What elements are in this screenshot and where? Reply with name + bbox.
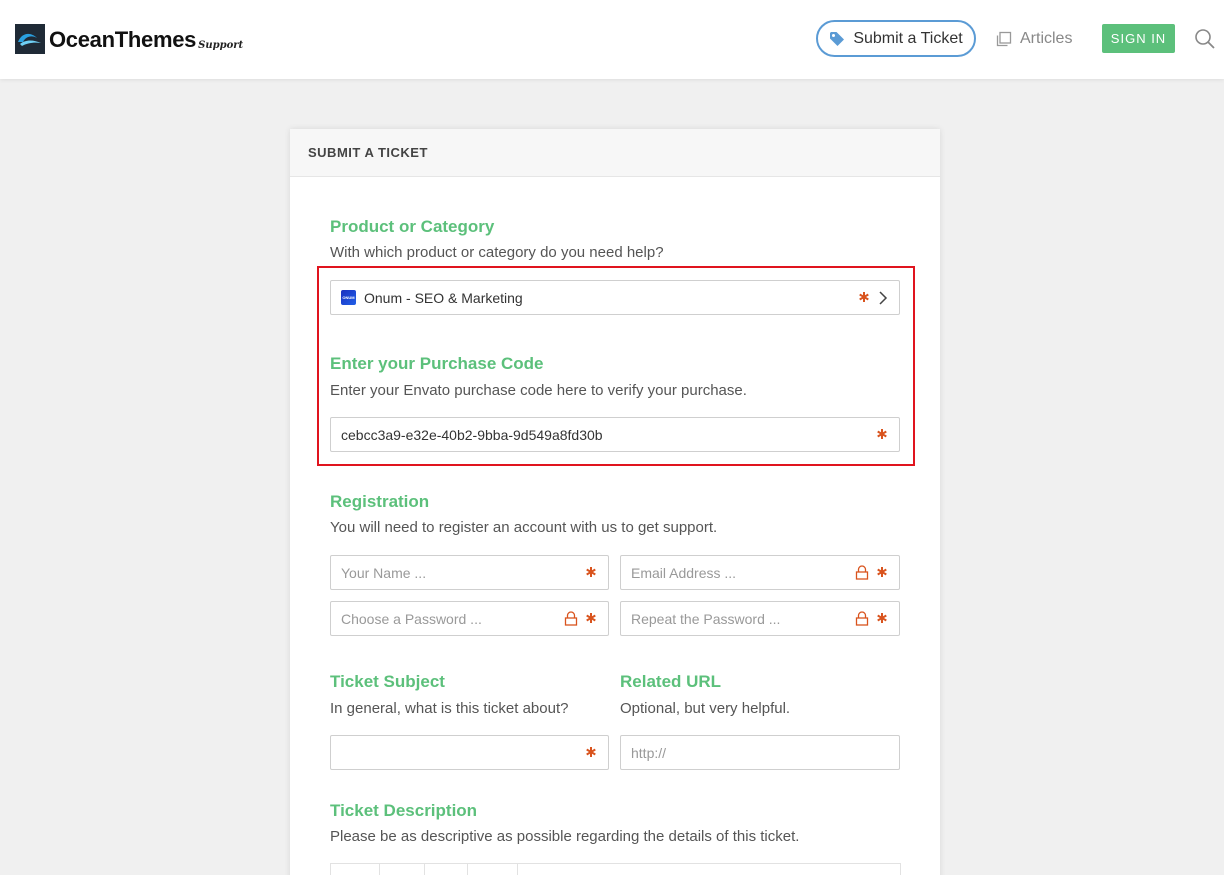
password-field[interactable]: Choose a Password ... xyxy=(330,601,609,636)
purchase-code-value: cebcc3a9-e32e-40b2-9bba-9d549a8fd30b xyxy=(341,426,603,443)
top-navigation-bar: OceanThemes Support Submit a Ticket Arti… xyxy=(0,0,1224,79)
description-section-description: Please be as descriptive as possible reg… xyxy=(330,828,800,845)
related-url-placeholder: http:// xyxy=(631,744,667,761)
required-asterisk-icon xyxy=(586,567,596,577)
toolbar-button[interactable] xyxy=(468,864,518,875)
purchase-section-description: Enter your Envato purchase code here to … xyxy=(330,382,747,399)
required-asterisk-icon xyxy=(877,567,887,577)
submit-ticket-label: Submit a Ticket xyxy=(853,29,963,47)
search-button[interactable] xyxy=(1194,28,1216,50)
tag-icon xyxy=(830,31,845,46)
product-section-description: With which product or category do you ne… xyxy=(330,244,664,261)
registration-section-description: You will need to register an account wit… xyxy=(330,519,718,536)
articles-label: Articles xyxy=(1020,30,1073,47)
related-url-input[interactable]: http:// xyxy=(620,735,900,770)
required-asterisk-icon xyxy=(586,613,596,623)
related-url-section-description: Optional, but very helpful. xyxy=(620,700,791,717)
chevron-right-icon xyxy=(879,291,888,305)
product-select[interactable]: ONUM Onum - SEO & Marketing xyxy=(330,280,900,315)
required-asterisk-icon xyxy=(877,613,887,623)
password-placeholder: Choose a Password ... xyxy=(341,610,482,627)
lock-icon xyxy=(855,565,869,580)
search-icon xyxy=(1195,29,1215,49)
related-url-section-title: Related URL xyxy=(620,672,722,691)
repeat-password-field[interactable]: Repeat the Password ... xyxy=(620,601,900,636)
description-section-title: Ticket Description xyxy=(330,801,478,820)
logo-subtitle: Support xyxy=(198,40,244,51)
wave-logo-icon xyxy=(15,24,45,54)
submit-ticket-card: SUBMIT A TICKET Product or Category With… xyxy=(290,129,940,875)
name-field[interactable]: Your Name ... xyxy=(330,555,609,590)
logo-name: OceanThemes xyxy=(49,27,197,52)
repeat-password-placeholder: Repeat the Password ... xyxy=(631,610,781,627)
nav-articles-link[interactable]: Articles xyxy=(996,29,1072,49)
registration-section-title: Registration xyxy=(330,492,430,511)
email-field[interactable]: Email Address ... xyxy=(620,555,900,590)
required-asterisk-icon xyxy=(877,429,887,439)
submit-ticket-button[interactable]: Submit a Ticket xyxy=(816,20,976,57)
product-logo-icon: ONUM xyxy=(341,290,356,305)
toolbar-button[interactable] xyxy=(331,864,380,875)
subject-section-description: In general, what is this ticket about? xyxy=(330,700,569,717)
product-section-title: Product or Category xyxy=(330,217,495,236)
editor-toolbar xyxy=(330,863,901,875)
name-placeholder: Your Name ... xyxy=(341,564,427,581)
lock-icon xyxy=(564,611,578,626)
required-asterisk-icon xyxy=(859,292,869,302)
lock-icon xyxy=(855,611,869,626)
sign-in-button[interactable]: SIGN IN xyxy=(1102,24,1175,53)
toolbar-button[interactable] xyxy=(380,864,425,875)
card-title: SUBMIT A TICKET xyxy=(290,129,940,177)
copy-icon xyxy=(996,31,1012,47)
email-placeholder: Email Address ... xyxy=(631,564,737,581)
purchase-section-title: Enter your Purchase Code xyxy=(330,354,544,373)
ticket-subject-input[interactable] xyxy=(330,735,609,770)
purchase-code-input[interactable]: cebcc3a9-e32e-40b2-9bba-9d549a8fd30b xyxy=(330,417,900,452)
subject-section-title: Ticket Subject xyxy=(330,672,445,691)
product-selected-value: Onum - SEO & Marketing xyxy=(364,289,523,306)
required-asterisk-icon xyxy=(586,747,596,757)
toolbar-button[interactable] xyxy=(425,864,468,875)
site-logo[interactable]: OceanThemes Support xyxy=(15,24,243,54)
